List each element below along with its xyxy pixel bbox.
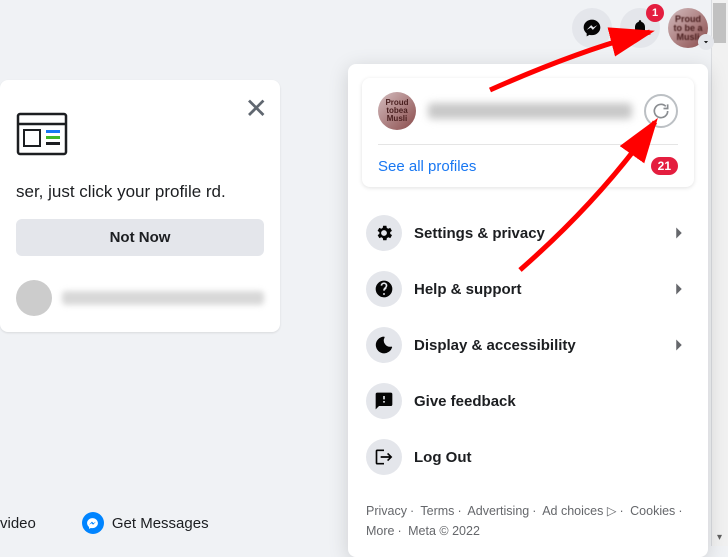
footer-meta: Meta © 2022 — [408, 524, 480, 538]
suggested-profile-row[interactable] — [16, 280, 264, 316]
blurred-name — [62, 291, 264, 305]
get-messages-link[interactable]: Get Messages — [82, 512, 209, 534]
menu-label: Display & accessibility — [414, 337, 656, 354]
menu-item-give-feedback[interactable]: Give feedback — [356, 373, 700, 429]
menu-label: Settings & privacy — [414, 225, 656, 242]
avatar — [16, 280, 52, 316]
switch-profile-button[interactable] — [644, 94, 678, 128]
messenger-icon — [82, 512, 104, 534]
menu-item-display-accessibility[interactable]: Display & accessibility — [356, 317, 700, 373]
see-all-profiles-row[interactable]: See all profiles 21 — [362, 145, 694, 187]
messenger-icon — [582, 18, 602, 38]
menu-item-log-out[interactable]: Log Out — [356, 429, 700, 485]
footer-links: Privacy· Terms· Advertising· Ad choices … — [348, 495, 708, 557]
chevron-down-icon — [698, 34, 714, 50]
menu-label: Log Out — [414, 449, 690, 466]
menu-item-settings-privacy[interactable]: Settings & privacy — [356, 205, 700, 261]
footer-terms[interactable]: Terms — [420, 504, 454, 518]
topbar: 1 Proudto be aMusli — [572, 0, 708, 56]
info-card-text: ser, just click your profile rd. — [16, 181, 264, 203]
bell-icon — [630, 18, 650, 38]
footer-ad-choices[interactable]: Ad choices — [542, 504, 603, 518]
notifications-button[interactable]: 1 — [620, 8, 660, 48]
see-all-profiles-link[interactable]: See all profiles — [378, 158, 476, 175]
browser-illustration-icon — [16, 108, 72, 160]
profile-name-blurred — [428, 103, 632, 119]
messenger-button[interactable] — [572, 8, 612, 48]
menu-label: Give feedback — [414, 393, 690, 410]
menu-item-help-support[interactable]: Help & support — [356, 261, 700, 317]
profile-card: ProudtobeaMusli See all profiles 21 — [362, 78, 694, 187]
footer-advertising[interactable]: Advertising — [467, 504, 529, 518]
scroll-down-arrow[interactable]: ▾ — [711, 529, 728, 546]
footer-more[interactable]: More — [366, 524, 394, 538]
avatar: ProudtobeaMusli — [378, 92, 416, 130]
info-card: ✕ ser, just click your profile rd. Not N… — [0, 80, 280, 332]
help-icon — [366, 271, 402, 307]
video-link[interactable]: video — [0, 515, 36, 532]
account-avatar-button[interactable]: Proudto be aMusli — [668, 8, 708, 48]
footer-cookies[interactable]: Cookies — [630, 504, 675, 518]
get-messages-label: Get Messages — [112, 515, 209, 532]
scrollbar-thumb[interactable] — [713, 3, 726, 43]
bottom-actions: video Get Messages — [0, 512, 209, 534]
scrollbar-track[interactable]: ▴ ▾ — [711, 0, 728, 546]
chevron-right-icon — [668, 222, 690, 244]
menu-label: Help & support — [414, 281, 656, 298]
menu-list: Settings & privacy Help & support Displa… — [348, 201, 708, 495]
logout-icon — [366, 439, 402, 475]
notification-badge: 1 — [646, 4, 664, 22]
account-menu-dropdown: ProudtobeaMusli See all profiles 21 Sett… — [348, 64, 708, 557]
profiles-badge: 21 — [651, 157, 678, 175]
chevron-right-icon — [668, 278, 690, 300]
close-icon[interactable]: ✕ — [245, 92, 268, 125]
profile-row[interactable]: ProudtobeaMusli — [362, 78, 694, 144]
video-label: video — [0, 515, 36, 532]
feedback-icon — [366, 383, 402, 419]
adchoices-icon: ▷ — [607, 504, 617, 518]
switch-icon — [651, 101, 671, 121]
footer-privacy[interactable]: Privacy — [366, 504, 407, 518]
moon-icon — [366, 327, 402, 363]
gear-icon — [366, 215, 402, 251]
chevron-right-icon — [668, 334, 690, 356]
not-now-button[interactable]: Not Now — [16, 219, 264, 256]
